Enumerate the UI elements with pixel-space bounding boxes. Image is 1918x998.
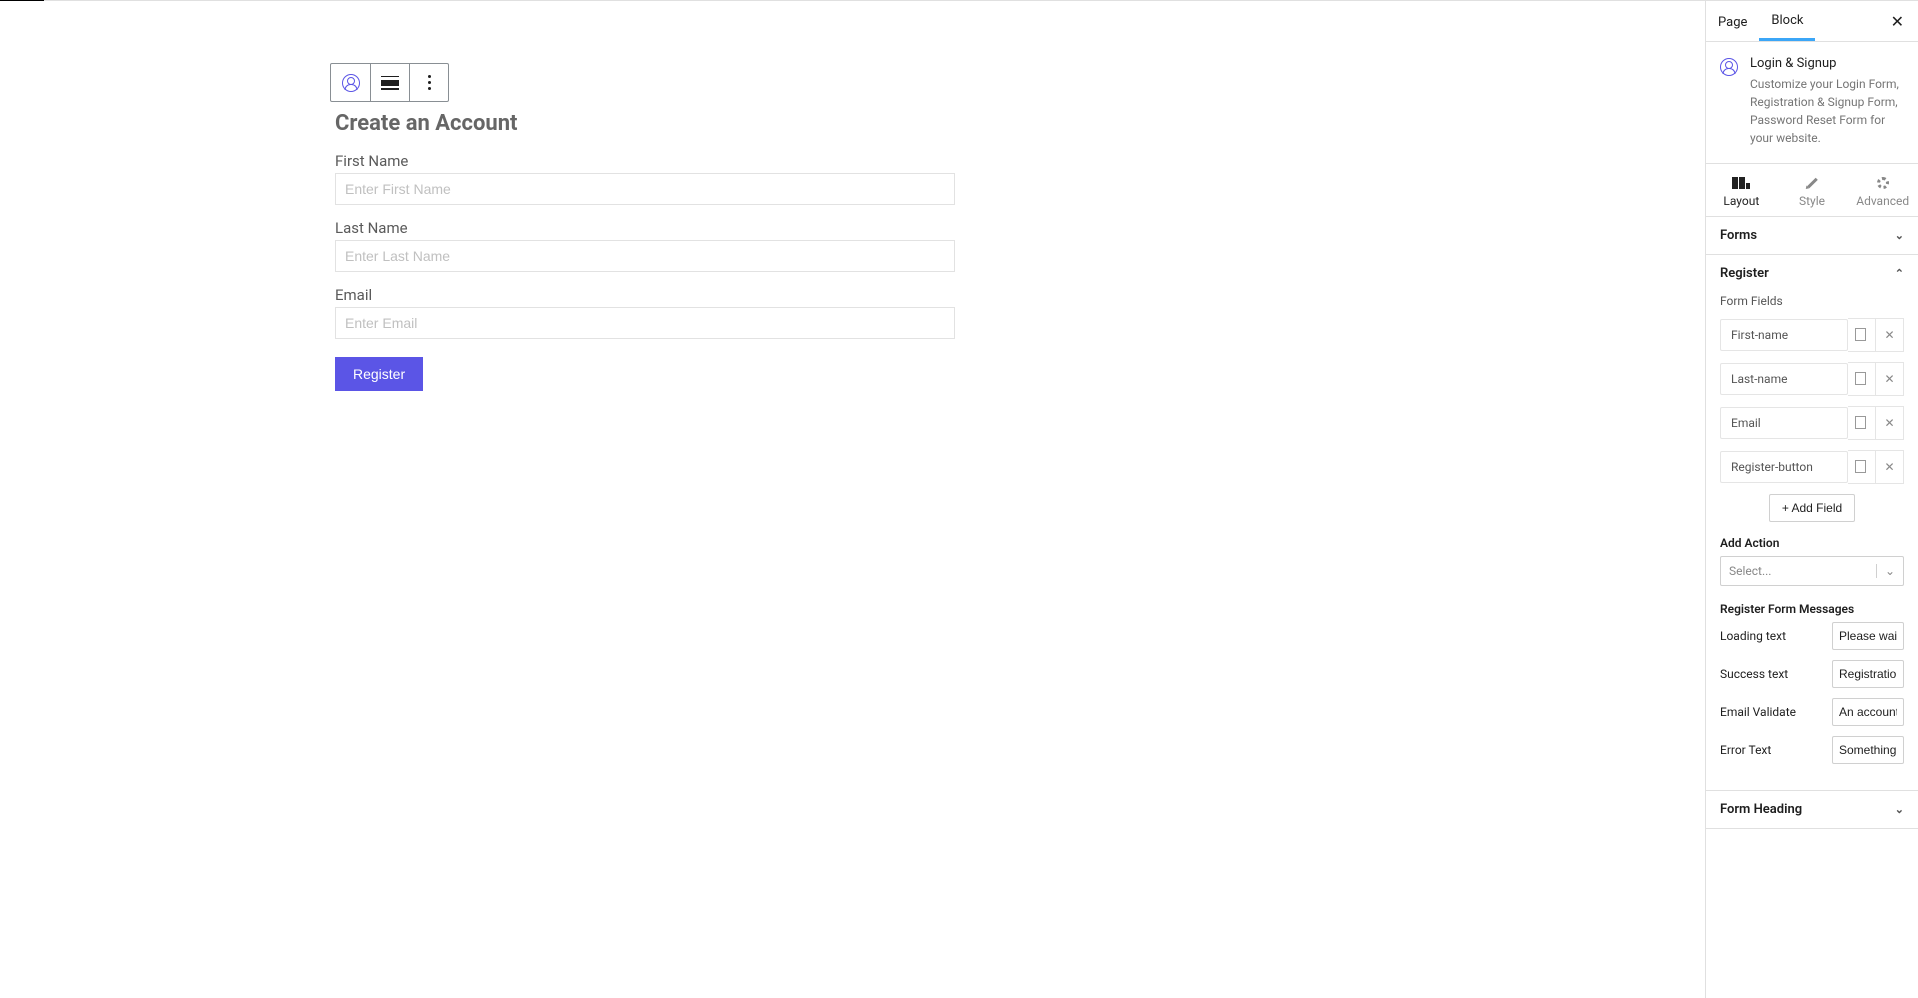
pencil-icon	[1811, 176, 1814, 190]
tab-style[interactable]: Style	[1777, 164, 1848, 216]
loading-text-row: Loading text	[1720, 622, 1904, 650]
form-field-first-name: First Name	[335, 152, 955, 205]
block-description: Customize your Login Form, Registration …	[1750, 75, 1904, 147]
block-title: Login & Signup	[1750, 56, 1904, 71]
sidebar-tabs: Page Block ✕	[1706, 1, 1918, 42]
last-name-input[interactable]	[335, 240, 955, 272]
register-button[interactable]: Register	[335, 357, 423, 391]
close-sidebar-button[interactable]: ✕	[1883, 4, 1912, 39]
email-validate-label: Email Validate	[1720, 705, 1824, 719]
tab-advanced[interactable]: Advanced	[1847, 164, 1918, 216]
close-icon: ✕	[1884, 416, 1894, 430]
form-fields-label: Form Fields	[1720, 294, 1904, 308]
settings-sidebar: Page Block ✕ Login & Signup Customize yo…	[1705, 0, 1918, 998]
field-remove-button[interactable]: ✕	[1876, 362, 1904, 396]
last-name-label: Last Name	[335, 219, 955, 237]
first-name-label: First Name	[335, 152, 955, 170]
user-icon	[1720, 58, 1738, 76]
user-icon	[342, 74, 360, 92]
editor-canvas[interactable]: Create an Account First Name Last Name E…	[0, 0, 1705, 998]
email-input[interactable]	[335, 307, 955, 339]
block-info: Login & Signup Customize your Login Form…	[1706, 42, 1918, 164]
close-icon: ✕	[1884, 372, 1894, 386]
chevron-down-icon: ⌄	[1876, 564, 1895, 578]
chevron-up-icon: ⌃	[1895, 267, 1904, 280]
error-text-label: Error Text	[1720, 743, 1824, 757]
field-item-register-button: Register-button ✕	[1720, 450, 1904, 484]
gear-icon	[1877, 176, 1889, 190]
field-name-button[interactable]: Register-button	[1720, 451, 1848, 483]
panel-forms-title: Forms	[1720, 228, 1757, 243]
panel-forms-header[interactable]: Forms ⌄	[1706, 217, 1918, 254]
panel-form-heading: Form Heading ⌄	[1706, 791, 1918, 829]
layout-icon	[1732, 176, 1750, 190]
field-item-first-name: First-name ✕	[1720, 318, 1904, 352]
field-duplicate-button[interactable]	[1848, 362, 1876, 396]
field-duplicate-button[interactable]	[1848, 450, 1876, 484]
add-action-select[interactable]: Select... ⌄	[1720, 556, 1904, 586]
error-text-row: Error Text	[1720, 736, 1904, 764]
panel-form-heading-header[interactable]: Form Heading ⌄	[1706, 791, 1918, 828]
field-name-button[interactable]: Email	[1720, 407, 1848, 439]
copy-icon	[1857, 462, 1866, 473]
field-item-email: Email ✕	[1720, 406, 1904, 440]
align-icon	[381, 76, 399, 90]
field-duplicate-button[interactable]	[1848, 318, 1876, 352]
email-validate-row: Email Validate	[1720, 698, 1904, 726]
register-messages-heading: Register Form Messages	[1720, 602, 1904, 616]
panel-register: Register ⌃ Form Fields First-name ✕ Last…	[1706, 255, 1918, 791]
close-icon: ✕	[1884, 460, 1894, 474]
close-icon: ✕	[1891, 12, 1904, 31]
panel-register-title: Register	[1720, 266, 1769, 281]
form-field-last-name: Last Name	[335, 219, 955, 272]
field-name-button[interactable]: First-name	[1720, 319, 1848, 351]
close-icon: ✕	[1884, 328, 1894, 342]
tab-layout[interactable]: Layout	[1706, 164, 1777, 216]
copy-icon	[1857, 330, 1866, 341]
success-text-row: Success text	[1720, 660, 1904, 688]
field-remove-button[interactable]: ✕	[1876, 406, 1904, 440]
tab-style-label: Style	[1799, 194, 1825, 208]
select-placeholder: Select...	[1729, 564, 1771, 578]
add-action-label: Add Action	[1720, 536, 1904, 550]
form-field-email: Email	[335, 286, 955, 339]
setting-tabs: Layout Style Advanced	[1706, 164, 1918, 217]
field-duplicate-button[interactable]	[1848, 406, 1876, 440]
block-align-button[interactable]	[370, 64, 409, 101]
loading-text-input[interactable]	[1832, 622, 1904, 650]
form-heading: Create an Account	[335, 111, 955, 136]
field-item-last-name: Last-name ✕	[1720, 362, 1904, 396]
panel-form-heading-title: Form Heading	[1720, 802, 1802, 817]
email-label: Email	[335, 286, 955, 304]
block-type-button[interactable]	[331, 64, 370, 101]
register-form-block[interactable]: Create an Account First Name Last Name E…	[335, 111, 955, 391]
loading-text-label: Loading text	[1720, 629, 1824, 643]
success-text-label: Success text	[1720, 667, 1824, 681]
block-more-button[interactable]	[409, 64, 448, 101]
field-name-button[interactable]: Last-name	[1720, 363, 1848, 395]
error-text-input[interactable]	[1832, 736, 1904, 764]
panel-forms: Forms ⌄	[1706, 217, 1918, 255]
first-name-input[interactable]	[335, 173, 955, 205]
tab-page[interactable]: Page	[1706, 3, 1759, 40]
add-field-button[interactable]: + Add Field	[1769, 494, 1855, 522]
chevron-down-icon: ⌄	[1895, 229, 1904, 242]
chevron-down-icon: ⌄	[1895, 803, 1904, 816]
email-validate-input[interactable]	[1832, 698, 1904, 726]
tab-advanced-label: Advanced	[1856, 194, 1909, 208]
field-remove-button[interactable]: ✕	[1876, 450, 1904, 484]
tab-layout-label: Layout	[1723, 194, 1759, 208]
tab-block[interactable]: Block	[1759, 1, 1815, 41]
more-vertical-icon	[428, 75, 431, 90]
block-toolbar	[330, 63, 449, 102]
copy-icon	[1857, 418, 1866, 429]
copy-icon	[1857, 374, 1866, 385]
success-text-input[interactable]	[1832, 660, 1904, 688]
panel-register-header[interactable]: Register ⌃	[1706, 255, 1918, 292]
field-remove-button[interactable]: ✕	[1876, 318, 1904, 352]
